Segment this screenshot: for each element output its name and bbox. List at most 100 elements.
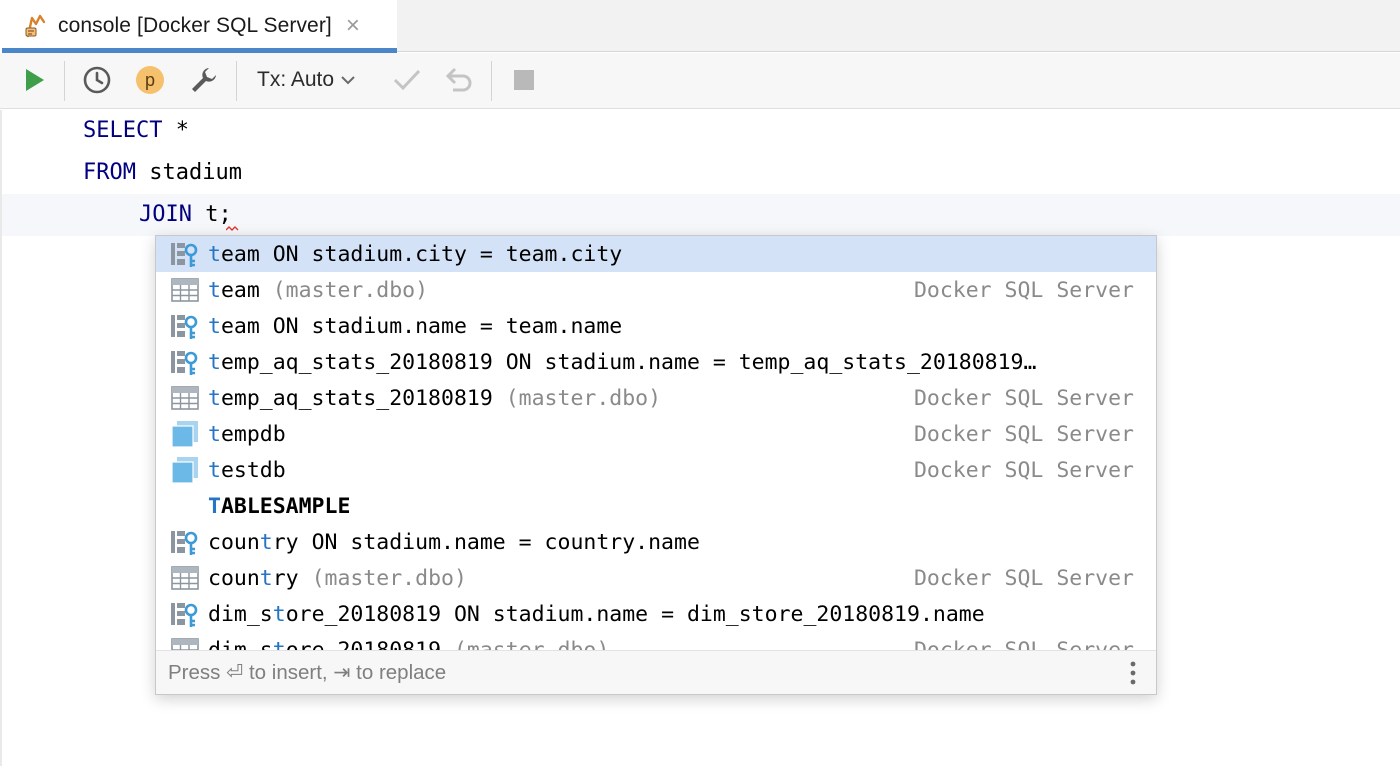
completion-item[interactable]: tempdb Docker SQL Server xyxy=(156,416,1156,452)
completion-item-name: testdb xyxy=(208,458,286,483)
completion-item-text: eam ON stadium.name = team.name xyxy=(220,313,623,339)
completion-popup[interactable]: team ON stadium.city = team.city team (ma… xyxy=(155,235,1157,695)
completion-item-name: country ON stadium.name = country.name xyxy=(208,530,700,555)
completion-item-text: estdb xyxy=(220,457,286,483)
completion-item-name: team ON stadium.name = team.name xyxy=(208,314,622,339)
completion-item-name: team xyxy=(208,278,260,303)
completion-item-match: t xyxy=(208,457,221,483)
completion-item-schema: (master.dbo) xyxy=(441,637,610,651)
sql-keyword: JOIN xyxy=(139,202,192,227)
profile-button[interactable]: p xyxy=(133,63,167,97)
close-icon[interactable]: × xyxy=(346,14,360,38)
profile-badge-label: p xyxy=(145,70,155,90)
database-icon xyxy=(168,452,202,488)
completion-item-match: t xyxy=(272,637,286,651)
completion-item-name: country xyxy=(208,566,299,591)
completion-item[interactable]: team ON stadium.name = team.name xyxy=(156,308,1156,344)
completion-item-text: eam xyxy=(220,277,260,303)
completion-item[interactable]: temp_aq_stats_20180819 (master.dbo) Docke… xyxy=(156,380,1156,416)
completion-item-text: dim_s xyxy=(208,601,273,627)
toolbar-separator xyxy=(236,61,237,101)
join-key-icon xyxy=(168,344,202,380)
stop-button[interactable] xyxy=(508,63,540,97)
tab-console[interactable]: console [Docker SQL Server] × xyxy=(0,0,397,53)
completion-item[interactable]: team ON stadium.city = team.city xyxy=(156,236,1156,272)
completion-item-text: dim_s xyxy=(208,637,273,651)
undo-icon xyxy=(445,67,472,92)
history-button[interactable] xyxy=(80,63,114,97)
completion-item-name: tempdb xyxy=(208,422,286,447)
completion-list[interactable]: team ON stadium.city = team.city team (ma… xyxy=(156,236,1156,650)
more-vertical-icon[interactable] xyxy=(1130,661,1136,685)
settings-button[interactable] xyxy=(186,63,220,97)
run-icon xyxy=(26,69,44,91)
completion-item-name: temp_aq_stats_20180819 ON stadium.name =… xyxy=(208,350,1036,375)
completion-item-match: t xyxy=(208,349,221,375)
completion-item[interactable]: testdb Docker SQL Server xyxy=(156,452,1156,488)
code-line-3: JOIN t; xyxy=(139,194,232,236)
completion-item-text: ore_20180819 xyxy=(285,637,442,651)
completion-item-name: team ON stadium.city = team.city xyxy=(208,242,622,267)
completion-item[interactable]: country (master.dbo) Docker SQL Server xyxy=(156,560,1156,596)
sql-keyword: SELECT xyxy=(83,118,163,143)
code-line-2: FROM stadium xyxy=(83,152,242,194)
completion-item-source: Docker SQL Server xyxy=(913,637,1134,651)
sql-text: * xyxy=(162,118,189,143)
completion-item-source: Docker SQL Server xyxy=(913,277,1134,303)
completion-item-name: dim_store_20180819 ON stadium.name = dim… xyxy=(208,602,985,627)
sql-console-icon xyxy=(22,12,50,40)
chevron-down-icon xyxy=(341,76,355,85)
database-icon xyxy=(168,416,202,452)
completion-item[interactable]: temp_aq_stats_20180819 ON stadium.name =… xyxy=(156,344,1156,380)
completion-item-text: ry ON stadium.name = country.name xyxy=(272,529,700,555)
completion-item-text: ry xyxy=(272,565,299,591)
completion-item-schema: (master.dbo) xyxy=(259,277,429,303)
tx-mode-dropdown[interactable]: Tx: Auto xyxy=(257,63,369,97)
completion-item-name: TABLESAMPLE xyxy=(208,494,350,519)
completion-item-text: ABLESAMPLE xyxy=(220,493,351,519)
completion-item[interactable]: dim_store_20180819 ON stadium.name = dim… xyxy=(156,596,1156,632)
completion-item-text: emp_aq_stats_20180819 ON stadium.name = … xyxy=(220,349,1037,375)
completion-item-name: temp_aq_stats_20180819 xyxy=(208,386,493,411)
table-icon xyxy=(168,632,202,650)
completion-item-match: t xyxy=(259,529,273,555)
completion-item[interactable]: dim_store_20180819 (master.dbo) Docker SQ… xyxy=(156,632,1156,650)
toolbar-separator xyxy=(491,61,492,101)
table-icon xyxy=(168,380,202,416)
sql-text: t; xyxy=(191,202,232,227)
completion-item-source: Docker SQL Server xyxy=(913,385,1134,411)
completion-item-match: t xyxy=(272,601,286,627)
run-button[interactable] xyxy=(18,63,50,97)
tx-mode-label: Tx: Auto xyxy=(257,68,335,91)
completion-item-source: Docker SQL Server xyxy=(913,421,1134,447)
completion-item[interactable]: team (master.dbo) Docker SQL Server xyxy=(156,272,1156,308)
completion-item-text: emp_aq_stats_20180819 xyxy=(220,385,493,411)
table-icon xyxy=(168,272,202,308)
completion-item-text: empdb xyxy=(220,421,286,447)
completion-item[interactable]: TABLESAMPLE xyxy=(156,488,1156,524)
completion-item-match: T xyxy=(208,493,221,519)
error-squiggle xyxy=(226,226,239,231)
join-key-icon xyxy=(168,236,202,272)
completion-item-source: Docker SQL Server xyxy=(913,457,1134,483)
completion-item-match: t xyxy=(259,565,273,591)
completion-item-text: coun xyxy=(208,565,260,591)
console-toolbar: p Tx: Auto xyxy=(0,53,1400,109)
toolbar-separator xyxy=(64,61,65,101)
stop-icon xyxy=(514,70,534,90)
sql-keyword: FROM xyxy=(83,160,136,185)
wrench-icon xyxy=(192,68,216,92)
tab-title: console [Docker SQL Server] xyxy=(58,14,332,37)
no-icon xyxy=(168,488,202,524)
join-key-icon xyxy=(168,596,202,632)
commit-button[interactable] xyxy=(390,63,424,97)
profile-badge-icon: p xyxy=(136,66,164,94)
editor-tab-bar: console [Docker SQL Server] × xyxy=(0,0,1400,53)
table-icon xyxy=(168,560,202,596)
completion-hint: Press ⏎ to insert, ⇥ to replace xyxy=(168,661,447,684)
completion-item[interactable]: country ON stadium.name = country.name xyxy=(156,524,1156,560)
completion-item-source: Docker SQL Server xyxy=(913,565,1134,591)
rollback-button[interactable] xyxy=(441,63,475,97)
completion-item-text: coun xyxy=(208,529,260,555)
check-icon xyxy=(393,69,421,91)
